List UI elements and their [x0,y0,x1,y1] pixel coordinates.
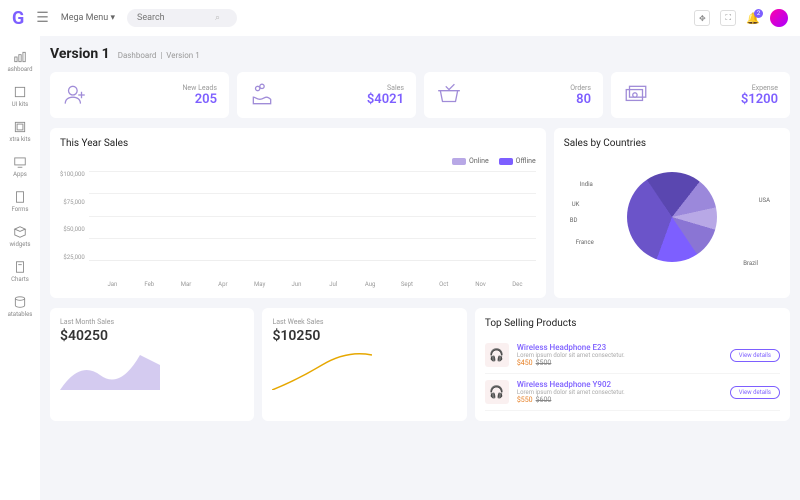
move-icon[interactable]: ✥ [694,10,710,26]
countries-chart-card: Sales by Countries India UK BD France Br… [554,128,790,298]
chart-legend: Online Offline [60,157,536,165]
stat-card: Expense$1200 [611,72,790,118]
products-card: Top Selling Products 🎧 Wireless Headphone… [475,308,790,421]
card-title: Top Selling Products [485,318,780,329]
page-header: Version 1 Dashboard | Version 1 [50,46,790,62]
pie-chart: India UK BD France Brazil USA [564,157,780,277]
stat-icon [62,82,88,108]
view-details-button[interactable]: View details [730,386,780,399]
view-details-button[interactable]: View details [730,349,780,362]
sales-chart-card: This Year Sales Online Offline $100,000$… [50,128,546,298]
mega-menu-button[interactable]: Mega Menu ▾ [61,13,115,23]
stat-icon [623,82,649,108]
sidebar-item-dashboard[interactable]: ashboard [0,44,40,79]
logo[interactable]: G [12,8,24,29]
sidebar-item-uikits[interactable]: UI kits [0,79,40,114]
mini-chart-icon [272,350,372,390]
main-content: Version 1 Dashboard | Version 1 New Lead… [40,36,800,500]
sidebar-item-forms[interactable]: Forms [0,184,40,219]
stat-card: Sales$4021 [237,72,416,118]
stats-row: New Leads205Sales$4021Orders80Expense$12… [50,72,790,118]
search-input[interactable] [137,13,207,23]
sidebar-item-datatables[interactable]: atatables [0,289,40,324]
stat-card: Orders80 [424,72,603,118]
product-name[interactable]: Wireless Headphone Y902 [517,380,625,389]
sidebar-item-apps[interactable]: Apps [0,149,40,184]
stat-card: New Leads205 [50,72,229,118]
fullscreen-icon[interactable]: ⛶ [720,10,736,26]
stat-icon [436,82,462,108]
page-title: Version 1 [50,46,110,62]
product-row: 🎧Wireless Headphone E23Lorem ipsum dolor… [485,337,780,374]
mini-chart-icon [60,350,160,390]
sidebar-item-charts[interactable]: Charts [0,254,40,289]
hamburger-icon[interactable]: ☰ [36,10,49,26]
breadcrumb: Dashboard | Version 1 [118,51,200,60]
top-bar: G ☰ Mega Menu ▾ ⌕ ✥ ⛶ 🔔2 [0,0,800,36]
avatar[interactable] [770,9,788,27]
product-row: 🎧Wireless Headphone Y902Lorem ipsum dolo… [485,374,780,411]
product-image-icon: 🎧 [485,343,509,367]
product-name[interactable]: Wireless Headphone E23 [517,343,625,352]
stat-icon [249,82,275,108]
card-title: This Year Sales [60,138,536,149]
sidebar-item-widgets[interactable]: widgets [0,219,40,254]
product-image-icon: 🎧 [485,380,509,404]
sidebar-item-extrakits[interactable]: xtra kits [0,114,40,149]
sidebar: ashboard UI kits xtra kits Apps Forms wi… [0,36,40,500]
notification-icon[interactable]: 🔔2 [746,12,760,25]
last-month-card: Last Month Sales $40250 [50,308,254,421]
last-week-card: Last Week Sales $10250 [262,308,466,421]
card-title: Sales by Countries [564,138,780,149]
search-box[interactable]: ⌕ [127,9,237,27]
search-icon: ⌕ [215,13,220,23]
bar-chart: $100,000$75,000$50,000$25,000 [60,171,536,281]
